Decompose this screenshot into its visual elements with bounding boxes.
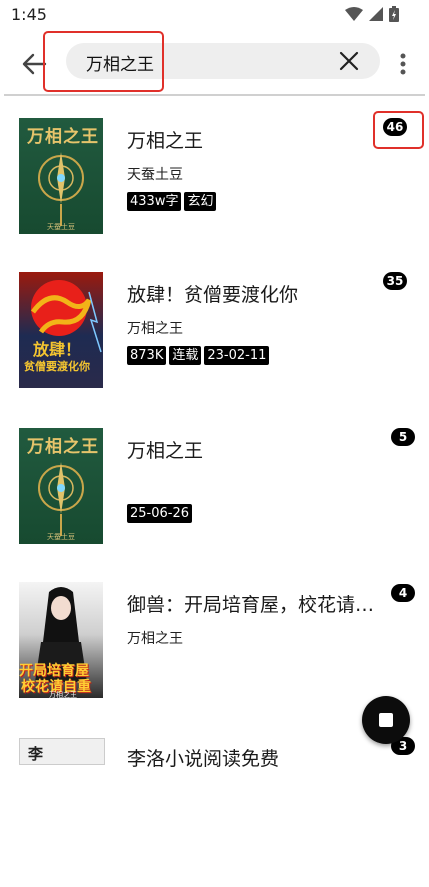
tag: 873K — [127, 346, 167, 365]
book-title: 万相之王 — [127, 130, 204, 152]
book-cover: 放肆！ 贫僧要渡化你 — [19, 272, 103, 388]
book-title: 李洛小说阅读免费 — [127, 748, 280, 770]
book-cover: 开局培育屋 校花请自重 万相之王 — [19, 582, 103, 698]
book-title: 放肆！贫僧要渡化你 — [127, 284, 299, 306]
tag: 23-02-11 — [204, 346, 270, 365]
stop-icon — [379, 713, 393, 727]
status-time: 1:45 — [11, 5, 47, 24]
more-vert-icon[interactable] — [397, 50, 409, 78]
cover-author: 天蚕土豆 — [47, 223, 75, 231]
count-badge: 35 — [383, 272, 407, 290]
book-cover: 李 — [19, 738, 105, 765]
toolbar-divider — [4, 94, 425, 96]
cover-title-line1: 放肆！ — [33, 340, 82, 359]
count-badge: 46 — [383, 118, 407, 136]
book-title: 万相之王 — [127, 440, 204, 462]
clear-icon[interactable] — [338, 50, 360, 72]
cover-author: 万相之王 — [49, 691, 77, 698]
stop-search-button[interactable] — [362, 696, 410, 744]
tag-row: 873K 连载 23-02-11 — [127, 346, 270, 365]
list-item[interactable]: 李 李洛小说阅读免费 3 — [0, 732, 429, 887]
cover-title-line2: 贫僧要渡化你 — [24, 360, 90, 373]
tag-row: 433w字 玄幻 — [127, 192, 217, 211]
list-item[interactable]: 放肆！ 贫僧要渡化你 放肆！贫僧要渡化你 万相之王 873K 连载 23-02-… — [0, 264, 429, 419]
tag: 玄幻 — [184, 192, 217, 211]
tag: 433w字 — [127, 192, 182, 211]
book-cover: 万相之王 天蚕土豆 — [19, 428, 103, 544]
cover-char: 李 — [28, 745, 44, 763]
book-author: 万相之王 — [127, 631, 183, 647]
battery-icon — [389, 6, 399, 22]
cover-title: 万相之王 — [27, 127, 99, 147]
tag: 25-06-26 — [127, 504, 193, 523]
search-input[interactable]: 万相之王 — [66, 43, 380, 79]
tag: 连载 — [169, 346, 202, 365]
list-item[interactable]: 万相之王 天蚕土豆 万相之王 25-06-26 5 — [0, 420, 429, 575]
search-query-text[interactable]: 万相之王 — [86, 50, 154, 75]
book-author: 天蚕土豆 — [127, 167, 183, 183]
status-bar: 1:45 — [0, 0, 429, 32]
cover-author: 天蚕土豆 — [47, 533, 75, 541]
list-item[interactable]: 万相之王 天蚕土豆 万相之王 天蚕土豆 433w字 玄幻 46 — [0, 110, 429, 265]
count-badge: 5 — [391, 428, 415, 446]
book-title: 御兽：开局培育屋，校花请自… — [127, 594, 392, 616]
status-icons — [345, 6, 399, 22]
search-toolbar: 万相之王 — [0, 32, 429, 92]
cover-title: 万相之王 — [27, 437, 99, 457]
tag-row: 25-06-26 — [127, 504, 193, 523]
book-author: 万相之王 — [127, 321, 183, 337]
book-cover: 万相之王 天蚕土豆 — [19, 118, 103, 234]
count-badge: 4 — [391, 584, 415, 602]
back-arrow-icon[interactable] — [20, 50, 48, 78]
wifi-icon — [345, 7, 363, 21]
signal-icon — [369, 7, 383, 21]
